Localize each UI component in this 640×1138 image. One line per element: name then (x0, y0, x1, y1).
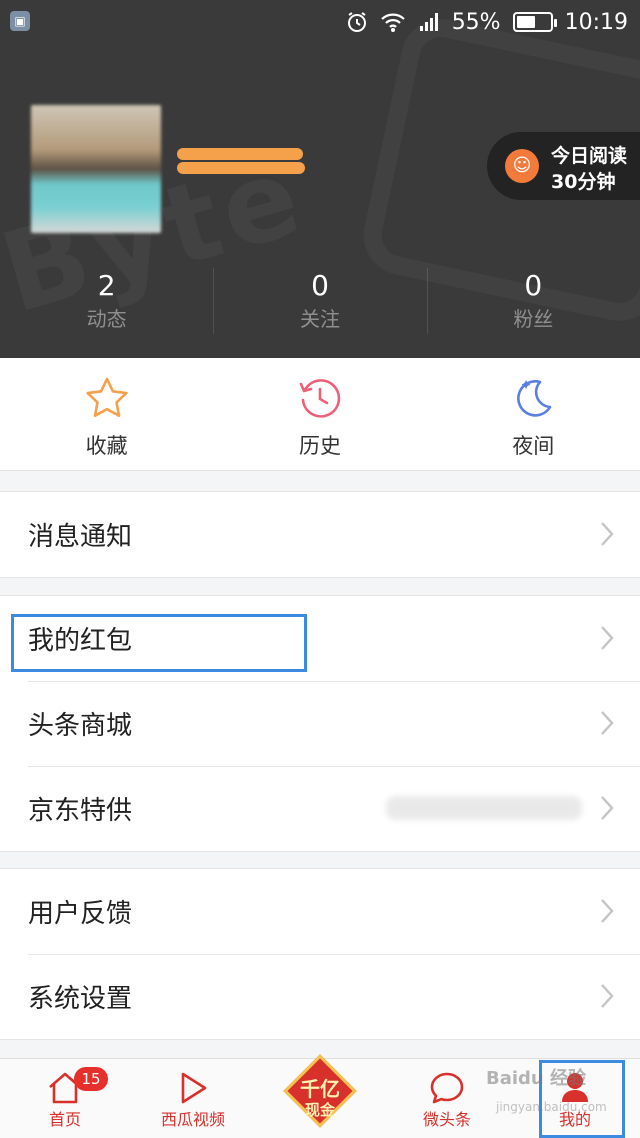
menu-group-settings: 用户反馈 系统设置 (0, 868, 640, 1040)
menu-item-label: 系统设置 (28, 984, 133, 1014)
menu-item-label: 用户反馈 (28, 899, 133, 929)
alarm-icon (347, 12, 366, 32)
signal-icon (419, 13, 438, 31)
menu-item-label: 京东特供 (28, 796, 133, 826)
screenshot-icon: ▣ (10, 11, 30, 31)
watermark-url: jingyan.baidu.com (496, 1100, 607, 1114)
redaction-bar (177, 162, 305, 174)
profile-header: Byte ▣ 55% 10:19 ☺ 今日阅读 30分钟 2 动态 0 关注 0 (0, 0, 640, 358)
profile-stats: 2 动态 0 关注 0 粉丝 (0, 268, 640, 338)
redaction-bar (177, 148, 303, 160)
menu-item-jd-special[interactable]: 京东特供 (0, 766, 640, 851)
stat-label: 关注 (299, 307, 340, 331)
chevron-right-icon (601, 522, 614, 546)
menu-item-label: 头条商城 (28, 711, 133, 741)
chevron-right-icon (601, 796, 614, 820)
status-bar: ▣ 55% 10:19 (0, 0, 640, 44)
highlight-box (11, 614, 307, 672)
menu-item-red-packet[interactable]: 我的红包 (0, 596, 640, 681)
reading-badge-duration: 30分钟 (551, 171, 616, 193)
chevron-right-icon (601, 626, 614, 650)
wifi-icon (380, 13, 405, 32)
chevron-right-icon (601, 899, 614, 923)
battery-icon (512, 12, 557, 32)
stat-value: 0 (524, 269, 543, 302)
night-mode-label: 夜间 (512, 434, 555, 458)
status-right-group: 55% 10:19 (346, 8, 628, 36)
clock-time: 10:19 (564, 9, 628, 35)
play-icon (181, 1072, 207, 1104)
tab-label: 首页 (48, 1110, 81, 1129)
stat-label: 动态 (86, 307, 127, 331)
tab-label: 西瓜视频 (160, 1110, 225, 1129)
menu-item-feedback[interactable]: 用户反馈 (0, 869, 640, 954)
promo-line2: 现金 (304, 1101, 335, 1119)
history-label: 历史 (298, 434, 341, 458)
watermark: Baidu 经验 (486, 1068, 587, 1089)
stat-posts[interactable]: 2 动态 (0, 268, 213, 338)
menu-group-services: 我的红包 头条商城 京东特供 (0, 595, 640, 852)
tab-home[interactable]: 15 首页 (22, 1059, 108, 1138)
blurred-promo-text (386, 796, 582, 820)
clock-icon (299, 379, 341, 418)
moon-icon (517, 380, 552, 417)
promo-line1: 千亿 (300, 1077, 340, 1101)
night-mode-button[interactable]: 夜间 (427, 358, 640, 470)
battery-fill (516, 16, 535, 28)
stat-value: 2 (97, 269, 116, 302)
quick-actions: 收藏 历史 夜间 (0, 358, 640, 471)
stat-value: 0 (311, 269, 329, 302)
unread-count-badge: 15 (74, 1067, 108, 1091)
menu-item-settings[interactable]: 系统设置 (0, 954, 640, 1039)
stat-label: 粉丝 (513, 307, 554, 331)
cash-promo-emblem: 千亿 现金 (283, 1054, 357, 1135)
menu-group-notifications: 消息通知 (0, 491, 640, 578)
stat-following[interactable]: 0 关注 (213, 268, 426, 338)
battery-percent: 55% (451, 9, 501, 35)
favorites-label: 收藏 (85, 434, 128, 458)
tab-weitoutiao[interactable]: 微头条 (404, 1059, 490, 1138)
chat-bubble-icon (430, 1072, 464, 1104)
avatar[interactable] (31, 105, 161, 233)
menu-item-notifications[interactable]: 消息通知 (0, 492, 640, 577)
tab-label: 微头条 (422, 1110, 471, 1129)
today-reading-badge[interactable]: ☺ 今日阅读 30分钟 (487, 132, 640, 200)
tab-cash-promo[interactable]: 千亿 现金 (278, 1054, 362, 1138)
reading-badge-title: 今日阅读 (551, 145, 628, 167)
reading-book-icon: ☺ (505, 149, 539, 183)
chevron-right-icon (601, 711, 614, 735)
username-redacted[interactable] (177, 148, 305, 176)
favorites-button[interactable]: 收藏 (0, 358, 213, 470)
star-icon (86, 377, 128, 417)
menu-item-label: 消息通知 (28, 522, 133, 552)
chevron-right-icon (601, 984, 614, 1008)
stat-followers[interactable]: 0 粉丝 (426, 268, 640, 338)
menu-item-mall[interactable]: 头条商城 (0, 681, 640, 766)
history-button[interactable]: 历史 (213, 358, 426, 470)
tab-xigua-video[interactable]: 西瓜视频 (150, 1059, 236, 1138)
